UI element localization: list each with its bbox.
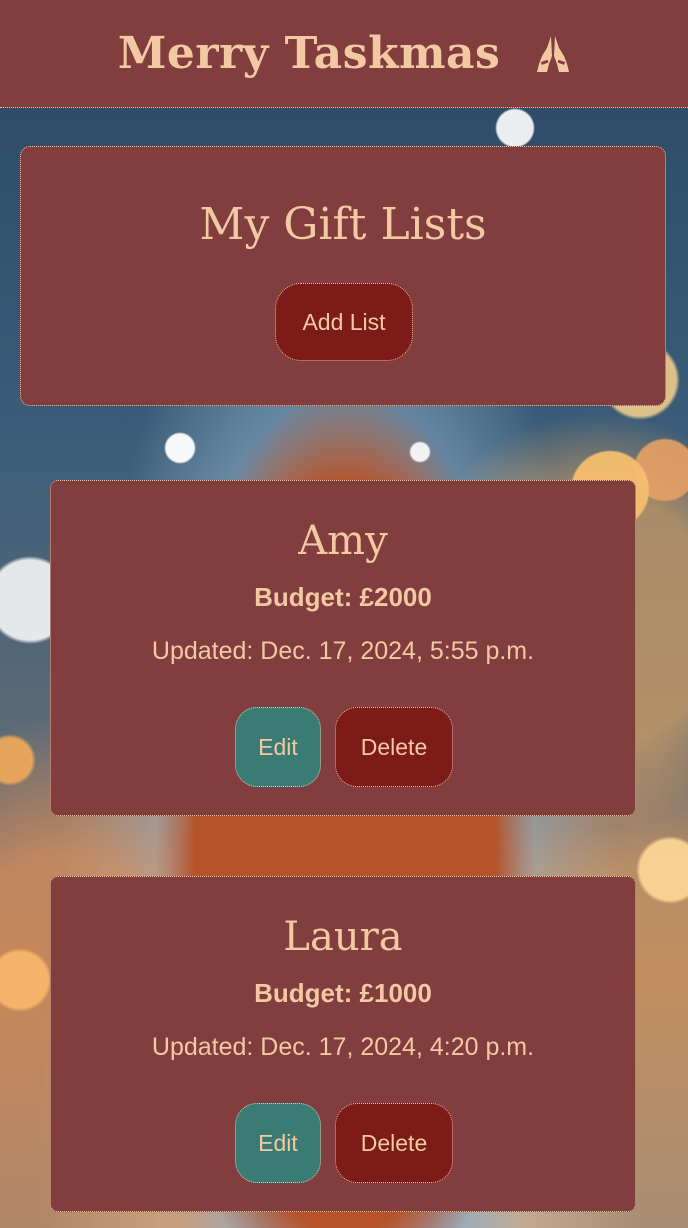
delete-button[interactable]: Delete [335,707,453,787]
gift-list-card: Laura Budget: £1000 Updated: Dec. 17, 20… [50,876,636,1212]
edit-button[interactable]: Edit [235,1103,321,1183]
add-list-button[interactable]: Add List [275,283,413,361]
list-actions: Edit Delete [51,707,635,787]
page-title: My Gift Lists [199,199,487,250]
list-updated: Updated: Dec. 17, 2024, 4:20 p.m. [151,1033,535,1061]
delete-button[interactable]: Delete [335,1103,453,1183]
list-budget: Budget: £1000 [254,978,432,1008]
edit-button[interactable]: Edit [235,707,321,787]
list-updated: Updated: Dec. 17, 2024, 5:55 p.m. [151,637,535,665]
list-actions: Edit Delete [51,1103,635,1183]
list-name: Laura [283,914,403,960]
list-budget: Budget: £2000 [254,582,432,612]
site-header: Merry Taskmas [0,0,688,108]
gift-lists-panel: My Gift Lists Add List [20,146,666,406]
list-name: Amy [298,518,388,564]
gift-list-card: Amy Budget: £2000 Updated: Dec. 17, 2024… [50,480,636,816]
brand-title[interactable]: Merry Taskmas [118,28,501,79]
praying-hands-icon [536,34,570,74]
